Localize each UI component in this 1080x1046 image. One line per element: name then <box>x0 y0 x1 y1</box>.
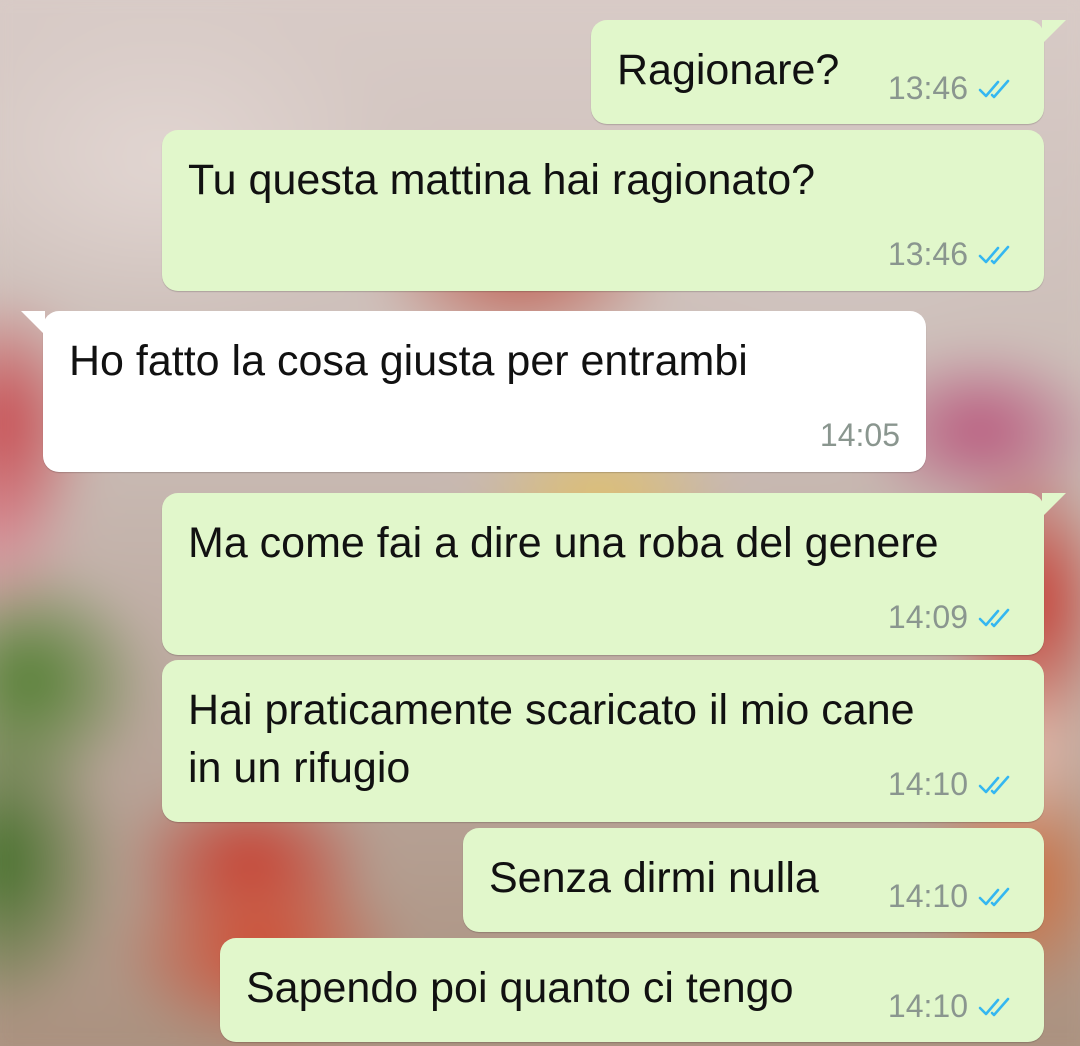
message-time: 14:10 <box>887 878 968 914</box>
message-text: Sapendo poi quanto ci tengo <box>246 964 794 1012</box>
message-text: Tu questa mattina hai ragionato? <box>188 156 816 204</box>
message-meta: 14:10 <box>888 878 1018 915</box>
message-meta: 14:09 <box>888 599 1018 636</box>
message-text-line: Hai praticamente scaricato il mio cane <box>188 686 915 734</box>
message-meta: 13:46 <box>888 70 1018 107</box>
message-text: Ma come fai a dire una roba del genere <box>188 519 939 567</box>
message-time: 13:46 <box>887 236 968 272</box>
message-bubble-outgoing[interactable]: Tu questa mattina hai ragionato? 13:46 <box>162 130 1044 291</box>
message-meta: 14:10 <box>888 988 1018 1025</box>
message-text-line: in un rifugio <box>188 744 411 792</box>
message-bubble-incoming[interactable]: Ho fatto la cosa giusta per entrambi 14:… <box>21 311 926 472</box>
bubble-tail <box>1042 493 1066 517</box>
bubble-tail <box>21 311 45 335</box>
message-bubble-outgoing[interactable]: Hai praticamente scaricato il mio cane i… <box>162 660 1044 822</box>
message-meta: 13:46 <box>888 236 1018 273</box>
read-double-tick-icon <box>978 775 1010 794</box>
message-time: 13:46 <box>887 70 968 106</box>
message-bubble-outgoing[interactable]: Senza dirmi nulla 14:10 <box>463 828 1044 932</box>
read-double-tick-icon <box>978 245 1010 264</box>
message-text: Senza dirmi nulla <box>489 854 819 902</box>
message-time: 14:10 <box>887 988 968 1024</box>
message-time: 14:10 <box>887 766 968 802</box>
message-bubble-outgoing[interactable]: Ragionare? 13:46 <box>591 20 1066 124</box>
message-bubble-outgoing[interactable]: Ma come fai a dire una roba del genere 1… <box>162 493 1066 655</box>
message-text: Ragionare? <box>617 46 840 94</box>
read-double-tick-icon <box>978 608 1010 627</box>
message-time: 14:09 <box>887 599 968 635</box>
message-time: 14:05 <box>819 417 900 453</box>
message-bubble-outgoing[interactable]: Sapendo poi quanto ci tengo 14:10 <box>220 938 1044 1042</box>
message-text: Ho fatto la cosa giusta per entrambi <box>69 337 748 385</box>
read-double-tick-icon <box>978 997 1010 1016</box>
message-meta: 14:10 <box>888 766 1018 803</box>
bubble-tail <box>1042 20 1066 44</box>
message-list[interactable]: Ragionare? 13:46 Tu questa mattina hai r… <box>0 0 1080 1046</box>
read-double-tick-icon <box>978 887 1010 906</box>
read-double-tick-icon <box>978 79 1010 98</box>
message-meta: 14:05 <box>820 417 900 454</box>
